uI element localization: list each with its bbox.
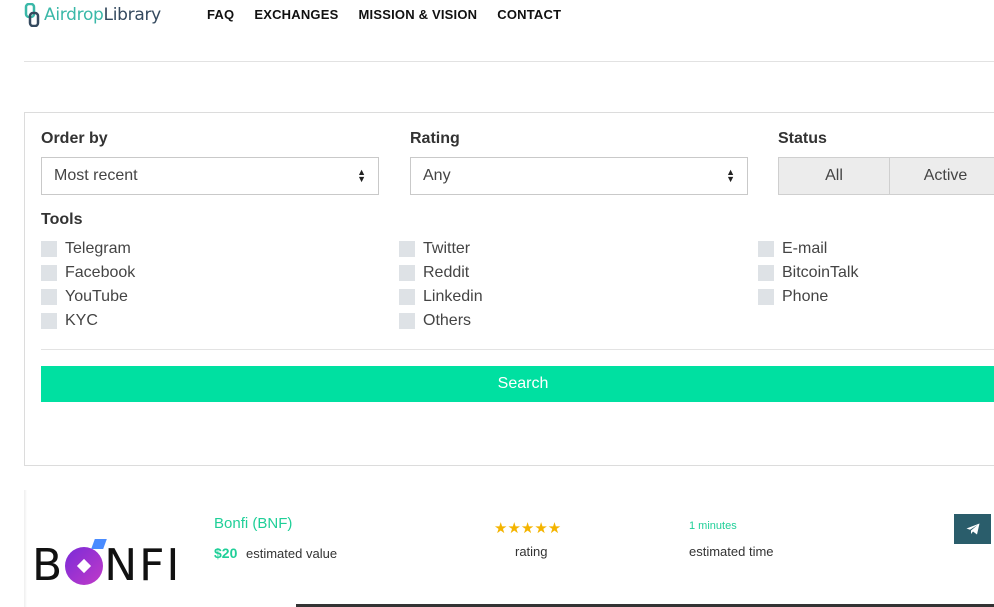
checkbox[interactable] — [399, 265, 415, 281]
main-nav: FAQ EXCHANGES MISSION & VISION CONTACT — [207, 7, 561, 22]
select-arrows-icon: ▲ ▼ — [357, 167, 366, 184]
tool-checkbox-youtube[interactable]: YouTube — [41, 287, 128, 307]
rating-value: Any — [423, 167, 451, 184]
brand-logo[interactable]: AirdropLibrary — [24, 2, 161, 28]
tool-checkbox-phone[interactable]: Phone — [758, 287, 828, 307]
header-divider — [24, 61, 994, 62]
tool-checkbox-bitcointalk[interactable]: BitcoinTalk — [758, 263, 858, 283]
checkbox[interactable] — [399, 313, 415, 329]
checkbox[interactable] — [758, 241, 774, 257]
checkbox[interactable] — [41, 313, 57, 329]
tool-checkbox-twitter[interactable]: Twitter — [399, 239, 470, 259]
select-arrows-icon: ▲ ▼ — [726, 167, 735, 184]
telegram-button[interactable] — [954, 514, 991, 544]
estimated-time-label: estimated time — [689, 544, 774, 559]
nav-link-mission-vision[interactable]: MISSION & VISION — [358, 7, 477, 22]
chain-link-icon — [24, 3, 40, 27]
filter-panel: Order by Most recent ▲ ▼ Rating Any ▲ ▼ St… — [24, 112, 994, 466]
brand-name: AirdropLibrary — [44, 5, 161, 25]
rating-stars-icon: ★★★★★ — [494, 520, 562, 537]
search-button[interactable]: Search — [41, 366, 994, 402]
rating-select[interactable]: Any ▲ ▼ — [410, 157, 748, 195]
tool-checkbox-email[interactable]: E-mail — [758, 239, 827, 259]
order-by-value: Most recent — [54, 167, 138, 184]
airdrop-title[interactable]: Bonfi (BNF) — [214, 515, 292, 532]
checkbox[interactable] — [41, 265, 57, 281]
estimated-time: 1 minutes — [689, 520, 737, 532]
bonfi-logo-mark — [65, 546, 104, 585]
rating-label: Rating — [410, 130, 460, 147]
tools-label: Tools — [41, 211, 83, 228]
tool-checkbox-telegram[interactable]: Telegram — [41, 239, 131, 259]
checkbox[interactable] — [758, 265, 774, 281]
nav-link-exchanges[interactable]: EXCHANGES — [254, 7, 338, 22]
order-by-select[interactable]: Most recent ▲ ▼ — [41, 157, 379, 195]
status-toggle: All Active — [778, 157, 994, 195]
status-option-active[interactable]: Active — [890, 157, 994, 195]
telegram-icon — [966, 523, 979, 535]
card-edge — [24, 490, 27, 607]
tool-checkbox-linkedin[interactable]: Linkedin — [399, 287, 483, 307]
estimated-value-label: estimated value — [246, 546, 338, 561]
top-navbar: AirdropLibrary FAQ EXCHANGES MISSION & V… — [0, 0, 994, 62]
rating-caption: rating — [515, 544, 548, 559]
checkbox[interactable] — [41, 289, 57, 305]
status-option-all[interactable]: All — [778, 157, 890, 195]
nav-link-contact[interactable]: CONTACT — [497, 7, 561, 22]
nav-link-faq[interactable]: FAQ — [207, 7, 234, 22]
tool-checkbox-facebook[interactable]: Facebook — [41, 263, 135, 283]
filter-divider — [41, 349, 994, 350]
bonfi-logo: B NFI — [32, 540, 182, 591]
estimated-value: $20 — [214, 545, 238, 561]
tool-checkbox-others[interactable]: Others — [399, 311, 471, 331]
checkbox[interactable] — [399, 289, 415, 305]
checkbox[interactable] — [399, 241, 415, 257]
tool-checkbox-kyc[interactable]: KYC — [41, 311, 98, 331]
tool-checkbox-reddit[interactable]: Reddit — [399, 263, 469, 283]
checkbox[interactable] — [41, 241, 57, 257]
checkbox[interactable] — [758, 289, 774, 305]
order-by-label: Order by — [41, 130, 108, 147]
status-label: Status — [778, 130, 827, 147]
